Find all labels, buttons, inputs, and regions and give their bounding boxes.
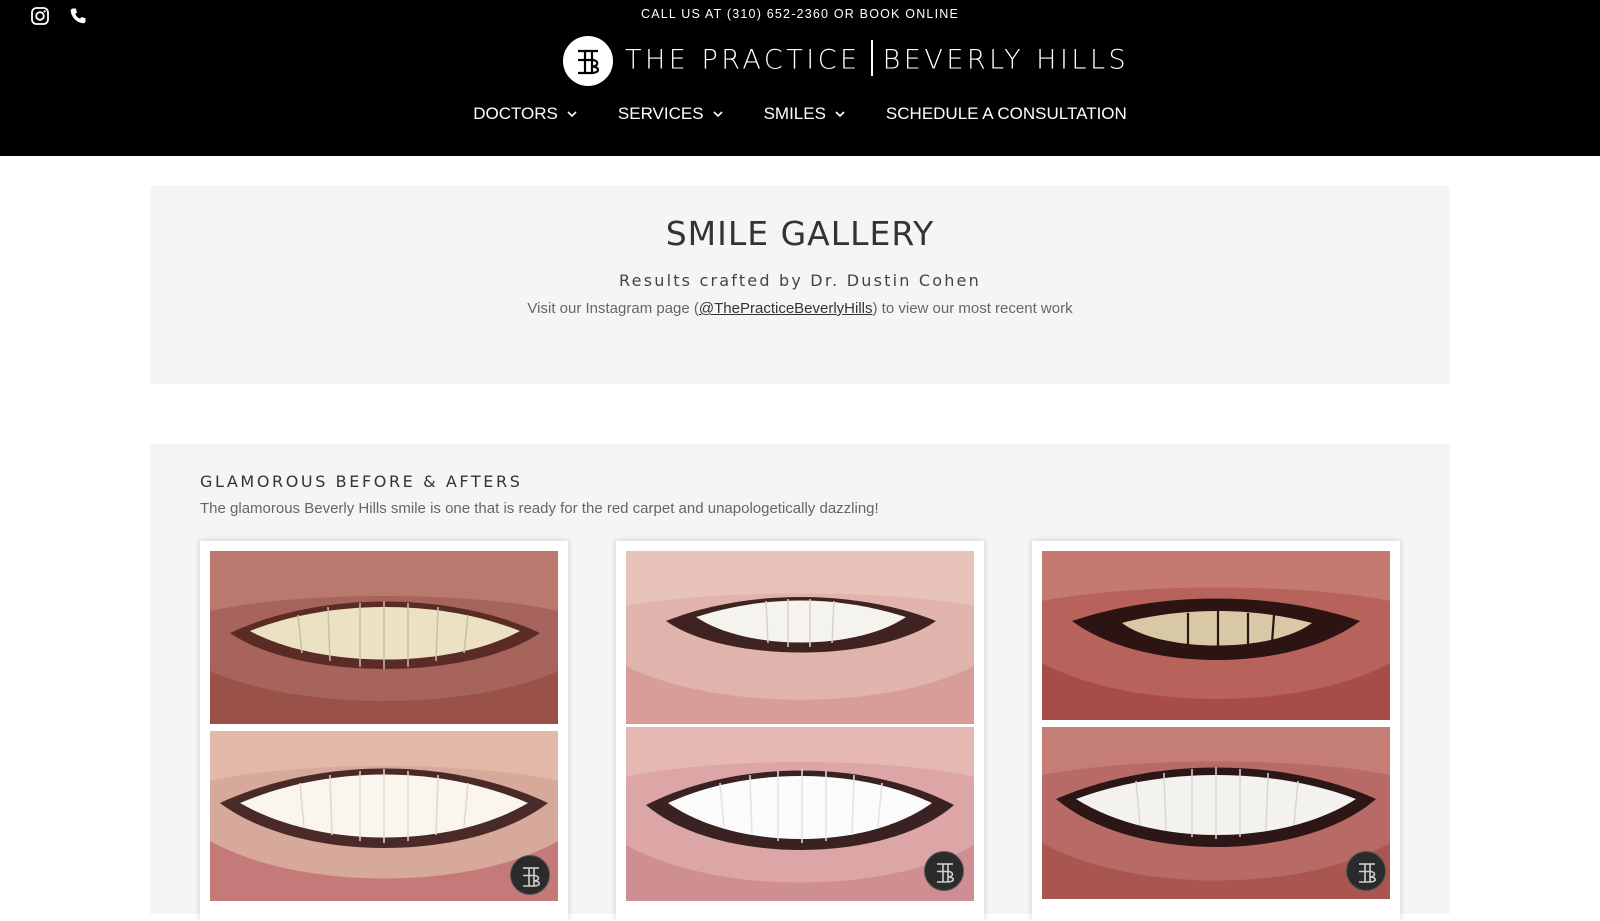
nav-services[interactable]: SERVICES bbox=[598, 104, 744, 124]
instagram-link[interactable]: @ThePracticeBeverlyHills bbox=[699, 300, 873, 317]
glamorous-gallery-section: GLAMOROUS BEFORE & AFTERS The glamorous … bbox=[150, 444, 1450, 921]
before-photo[interactable] bbox=[1042, 551, 1390, 720]
nav-smiles[interactable]: SMILES bbox=[744, 104, 866, 124]
practice-logo-badge-icon bbox=[924, 851, 964, 891]
practice-logo-badge-icon bbox=[510, 855, 550, 895]
chevron-down-icon bbox=[835, 111, 845, 118]
site-header: CALL US AT (310) 652-2360 OR BOOK ONLINE… bbox=[0, 0, 1600, 156]
chevron-down-icon bbox=[567, 111, 577, 118]
logo-monogram-icon bbox=[563, 36, 613, 86]
instagram-note: Visit our Instagram page (@ThePracticeBe… bbox=[150, 300, 1450, 317]
logo-text-left: THE PRACTICE bbox=[625, 44, 861, 76]
logo-divider bbox=[870, 40, 873, 76]
call-link[interactable]: CALL US AT (310) 652-2360 bbox=[641, 7, 829, 21]
main-nav: DOCTORS SERVICES SMILES SCHEDULE A CONSU… bbox=[0, 104, 1600, 124]
logo-text-right: BEVERLY HILLS bbox=[882, 44, 1130, 76]
instagram-note-before: Visit our Instagram page ( bbox=[527, 300, 699, 317]
chevron-down-icon bbox=[712, 111, 723, 118]
before-after-card[interactable] bbox=[616, 541, 984, 921]
after-photo[interactable] bbox=[626, 727, 974, 901]
nav-doctors[interactable]: DOCTORS bbox=[453, 104, 598, 124]
before-photo[interactable] bbox=[626, 551, 974, 724]
top-or-text: OR bbox=[829, 7, 860, 21]
site-logo[interactable]: THE PRACTICE BEVERLY HILLS bbox=[563, 36, 1129, 86]
after-photo[interactable] bbox=[210, 731, 558, 901]
practice-logo-badge-icon bbox=[1346, 851, 1386, 891]
nav-services-label: SERVICES bbox=[617, 104, 704, 123]
top-announcement: CALL US AT (310) 652-2360 OR BOOK ONLINE bbox=[0, 7, 1600, 21]
page-subtitle: Results crafted by Dr. Dustin Cohen bbox=[619, 271, 981, 290]
logo-wordmark: THE PRACTICE BEVERLY HILLS bbox=[625, 40, 1130, 79]
section-description: The glamorous Beverly Hills smile is one… bbox=[200, 500, 879, 517]
before-photo[interactable] bbox=[210, 551, 558, 724]
nav-schedule-consultation[interactable]: SCHEDULE A CONSULTATION bbox=[866, 104, 1147, 124]
nav-smiles-label: SMILES bbox=[763, 104, 826, 123]
nav-doctors-label: DOCTORS bbox=[473, 104, 558, 123]
page-title: SMILE GALLERY bbox=[665, 214, 935, 253]
before-after-card[interactable] bbox=[200, 541, 568, 921]
instagram-note-after: ) to view our most recent work bbox=[872, 300, 1073, 317]
after-photo[interactable] bbox=[1042, 727, 1390, 899]
before-after-card[interactable] bbox=[1032, 541, 1400, 921]
smile-gallery-hero: SMILE GALLERY Results crafted by Dr. Dus… bbox=[150, 186, 1450, 384]
nav-schedule-label: SCHEDULE A CONSULTATION bbox=[885, 104, 1127, 123]
book-online-link[interactable]: BOOK ONLINE bbox=[860, 7, 959, 21]
section-heading: GLAMOROUS BEFORE & AFTERS bbox=[200, 472, 523, 491]
